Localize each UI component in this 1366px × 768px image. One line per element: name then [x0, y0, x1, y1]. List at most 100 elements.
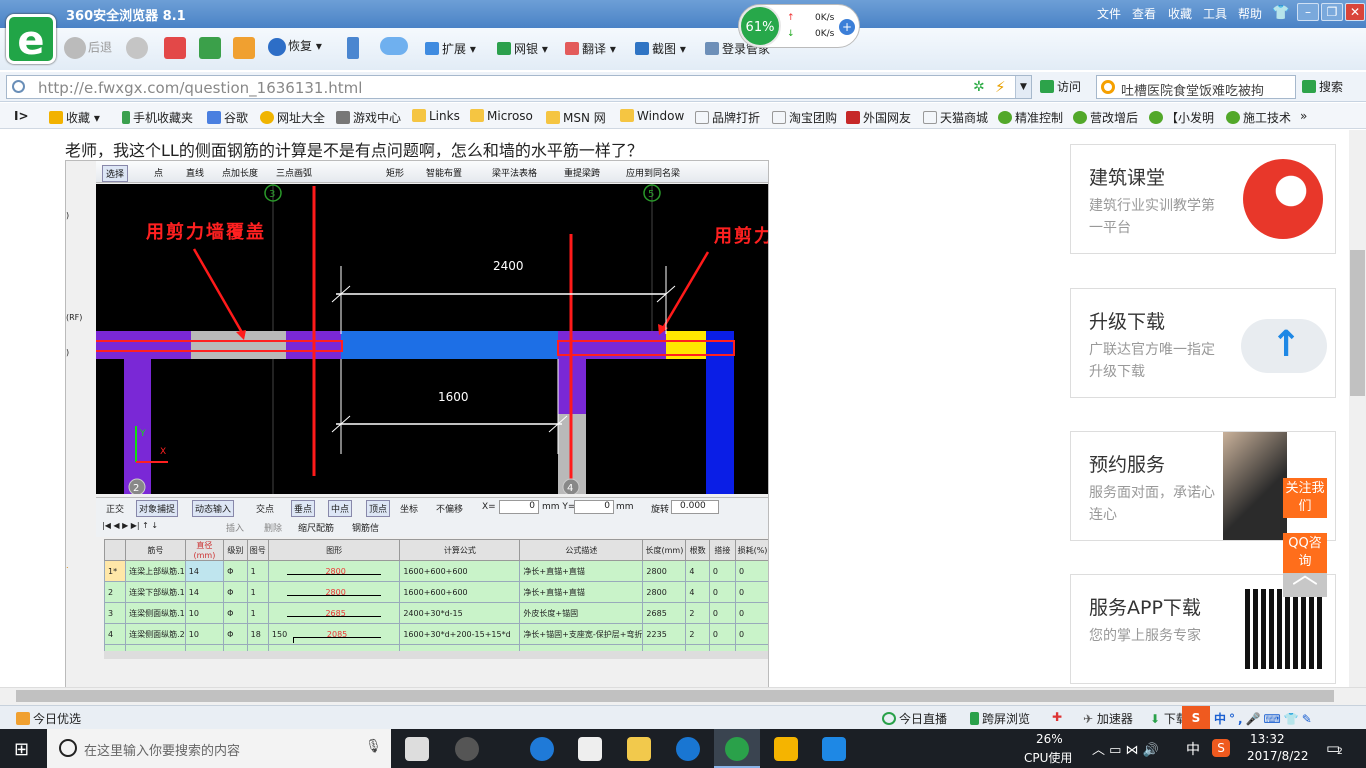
speed-widget[interactable]: 61% ↑ 0K/s ↓ 0K/s +	[738, 4, 860, 48]
shield-icon[interactable]: ✚	[1052, 710, 1062, 724]
menu-file[interactable]: 文件	[1097, 5, 1121, 22]
ortho-toggle[interactable]: 正交	[106, 502, 124, 515]
x-input[interactable]: 0	[499, 500, 539, 514]
offset-select[interactable]: 不偏移	[436, 502, 463, 515]
url-text[interactable]: http://e.fwxgx.com/question_1636131.html	[38, 79, 362, 97]
horizontal-scrollbar[interactable]	[0, 687, 1366, 705]
vertical-scroll-thumb[interactable]	[1350, 250, 1365, 396]
fav-item-5[interactable]: Links	[412, 109, 460, 123]
qq-consult-button[interactable]: QQ咨询	[1283, 533, 1327, 573]
scale-rebar-button[interactable]: 缩尺配筋	[298, 521, 334, 534]
visit-button[interactable]: 访问	[1040, 78, 1081, 95]
vertical-scrollbar[interactable]	[1349, 130, 1366, 687]
tool-beam-table[interactable]: 梁平法表格	[492, 166, 537, 179]
fav-item-16[interactable]: 施工技术	[1226, 109, 1291, 126]
extend-button[interactable]: 扩展 ▾	[425, 40, 476, 57]
rotate-checkbox[interactable]: 旋转	[651, 502, 669, 515]
browser-logo[interactable]: e	[6, 14, 56, 64]
table-row[interactable]: 2 连梁下部纵筋.1 14 Φ 1 2800 1600+600+600 净长+直锚+直锚 2…	[104, 581, 768, 603]
search-field[interactable]: 吐槽医院食堂饭难吃被拘	[1096, 75, 1296, 99]
plus-icon[interactable]: +	[839, 19, 855, 35]
rotate-input[interactable]: 0.000	[671, 500, 719, 514]
fav-item-8[interactable]: Window	[620, 109, 684, 123]
tool-point[interactable]: 点	[154, 166, 163, 179]
store-icon[interactable]	[578, 737, 602, 761]
fav-item-9[interactable]: 品牌打折	[695, 109, 760, 126]
mic-icon[interactable]: 🎙	[365, 739, 382, 754]
fav-item-12[interactable]: 天猫商城	[923, 109, 988, 126]
translate-button[interactable]: 翻译 ▾	[565, 40, 616, 57]
dropdown-icon[interactable]: ▼	[1015, 76, 1031, 98]
360-icon[interactable]	[455, 737, 479, 761]
delete-button[interactable]: 删除	[264, 521, 282, 534]
sogou-ime-icon[interactable]: S	[1182, 706, 1210, 730]
rebar-info-button[interactable]: 钢筋信	[352, 521, 379, 534]
screenshot-button[interactable]: 截图 ▾	[635, 40, 686, 57]
active-app-highlight[interactable]	[714, 729, 760, 768]
fav-item-1[interactable]: 手机收藏夹	[122, 109, 193, 126]
tool-line[interactable]: 直线	[186, 166, 204, 179]
fav-item-11[interactable]: 外国网友	[846, 109, 911, 126]
forward-button[interactable]	[126, 37, 150, 59]
table-scrollbar[interactable]	[104, 651, 768, 659]
fav-item-13[interactable]: 精准控制	[998, 109, 1063, 126]
horizontal-scroll-thumb[interactable]	[16, 690, 1334, 702]
today-picks[interactable]: 今日优选	[16, 710, 81, 727]
table-row[interactable]: 3 连梁侧面纵筋.1 10 Φ 1 2685 2400+30*d-15 外皮长度+锚固 26…	[104, 602, 768, 624]
taskbar-search[interactable]: 在这里输入你要搜索的内容 🎙	[47, 729, 391, 768]
fav-item-6[interactable]: Microso	[470, 109, 533, 123]
snap-perpendicular[interactable]: 垂点	[291, 500, 316, 517]
table-row[interactable]: 4 连梁侧面纵筋.2 10 Φ 18 150 2085 1600+30*d+200-15+…	[104, 623, 768, 645]
app-icon[interactable]	[822, 737, 846, 761]
sogou-tray-icon[interactable]: S	[1212, 739, 1230, 757]
menu-tools[interactable]: 工具	[1203, 5, 1227, 22]
refresh-icon[interactable]	[199, 37, 223, 59]
tool-smart-layout[interactable]: 智能布置	[426, 166, 462, 179]
bank-button[interactable]: 网银 ▾	[497, 40, 548, 57]
search-button[interactable]: 搜索	[1302, 78, 1343, 95]
ime-indicator[interactable]: 中	[1186, 739, 1200, 759]
back-button[interactable]: 后退	[64, 37, 112, 59]
snap-coordinate[interactable]: 坐标	[400, 502, 418, 515]
tool-rectangle[interactable]: 矩形	[386, 166, 404, 179]
cloud-icon[interactable]	[380, 37, 410, 55]
snap-vertex[interactable]: 顶点	[366, 500, 391, 517]
skin-icon[interactable]: 👕	[1272, 5, 1289, 21]
windows-start-icon[interactable]: ⊞	[14, 739, 29, 760]
explorer-icon[interactable]	[627, 737, 651, 761]
restore-button[interactable]: 恢复 ▾	[268, 37, 322, 56]
tool-beam-span[interactable]: 重提梁跨	[564, 166, 600, 179]
fav-item-4[interactable]: 游戏中心	[336, 109, 401, 126]
more-favorites-icon[interactable]: »	[1300, 109, 1307, 123]
fav-item-7[interactable]: MSN 网	[546, 109, 606, 126]
fav-star[interactable]: 收藏 ▾	[49, 109, 100, 126]
tool-apply-same[interactable]: 应用到同名梁	[626, 166, 680, 179]
menu-favorites[interactable]: 收藏	[1168, 5, 1192, 22]
url-field[interactable]: http://e.fwxgx.com/question_1636131.html…	[6, 75, 1032, 99]
insert-button[interactable]: 插入	[226, 521, 244, 534]
fav-item-10[interactable]: 淘宝团购	[772, 109, 837, 126]
fav-item-14[interactable]: 营改增后	[1073, 109, 1138, 126]
y-input[interactable]: 0	[574, 500, 614, 514]
table-row[interactable]: 1* 连梁上部纵筋.1 14 Φ 1 2800 1600+600+600 净长+直锚+直锚…	[104, 560, 768, 582]
snap-toggle[interactable]: 对象捕捉	[136, 500, 179, 517]
dynamic-input-toggle[interactable]: 动态输入	[192, 500, 235, 517]
tool-point-length[interactable]: 点加长度	[222, 166, 258, 179]
cross-screen[interactable]: 跨屏浏览	[970, 710, 1030, 727]
fav-item-3[interactable]: 网址大全	[260, 109, 325, 126]
card-upgrade-download[interactable]: 升级下载 广联达官方唯一指定升级下载 ↑	[1070, 288, 1336, 398]
snap-midpoint[interactable]: 中点	[328, 500, 353, 517]
fav-item-15[interactable]: 【小发明	[1149, 109, 1214, 126]
close-button[interactable]: ✕	[1345, 3, 1365, 21]
stop-icon[interactable]	[164, 37, 188, 59]
lightning-icon[interactable]: ⚡	[995, 78, 1006, 96]
menu-help[interactable]: 帮助	[1238, 5, 1262, 22]
tool-select[interactable]: 选择	[102, 165, 129, 182]
security-icon[interactable]: ✲	[973, 79, 985, 95]
card-building-class[interactable]: 建筑课堂 建筑行业实训教学第一平台	[1070, 144, 1336, 254]
today-live[interactable]: 今日直播	[882, 710, 947, 727]
menu-view[interactable]: 查看	[1132, 5, 1156, 22]
minimize-button[interactable]: –	[1297, 3, 1319, 21]
glodon-icon[interactable]	[676, 737, 700, 761]
fav-item-2[interactable]: 谷歌	[207, 109, 248, 126]
